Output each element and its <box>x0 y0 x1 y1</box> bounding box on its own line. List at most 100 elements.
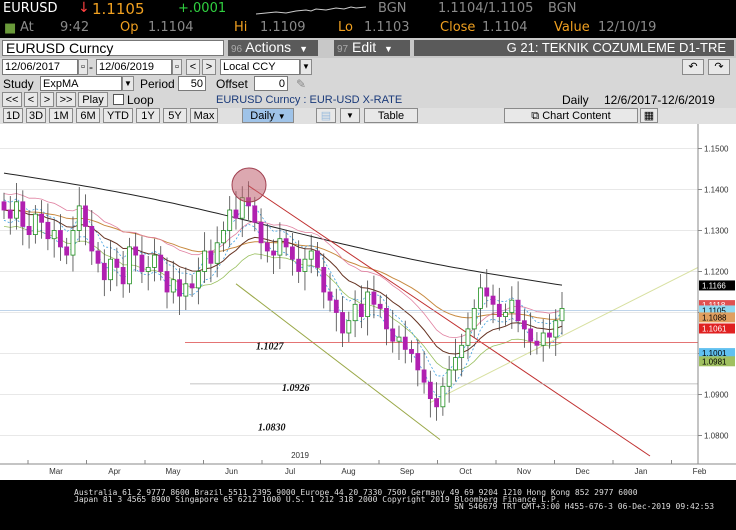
chart-toolbar: 1D 3D 1M 6M YTD 1Y 5Y Max Daily ▼ ▤ ▼ Table ⧉ C… <box>0 108 736 124</box>
actions-label: Actions <box>245 39 292 55</box>
grid-icon[interactable]: ▦ <box>640 108 658 123</box>
redo-icon[interactable]: ↷ <box>708 59 730 75</box>
candle-body <box>440 385 446 408</box>
date-row: 12/06/2017 ▫ - 12/06/2019 ▫ < > Local CC… <box>0 58 736 76</box>
step-forward-icon[interactable]: > <box>40 92 54 107</box>
price-chart[interactable]: 1.15001.14001.13001.12001.11001.10001.09… <box>0 124 736 480</box>
play-button[interactable]: Play <box>78 92 108 107</box>
candle-body <box>221 230 226 244</box>
candle-body <box>409 348 414 354</box>
x-tick-label: Dec <box>575 467 589 476</box>
undo-icon[interactable]: ↶ <box>682 59 704 75</box>
period-button-ytd[interactable]: YTD <box>103 108 133 123</box>
candle-body <box>402 336 408 350</box>
period-button-max[interactable]: Max <box>190 108 218 123</box>
chevron-down-icon: ▼ <box>277 112 286 121</box>
candle-body <box>95 250 101 264</box>
loop-label: Loop <box>127 93 154 107</box>
security-field[interactable]: EURUSD Curncy <box>2 40 224 56</box>
end-date-input[interactable]: 12/06/2019 <box>96 59 172 75</box>
playback-row: << < > >> Play Loop EURUSD Curncy : EUR-… <box>0 92 736 108</box>
chevron-down-icon[interactable]: ▼ <box>122 76 134 91</box>
candle-body <box>202 250 208 272</box>
chevron-down-icon: ▼ <box>384 44 393 54</box>
bgn-label-2: BGN <box>548 1 577 16</box>
period-button-6m[interactable]: 6M <box>76 108 100 123</box>
candle-body <box>195 271 201 289</box>
sparkline <box>256 6 366 15</box>
y-tick-label: 1.0800 <box>704 432 729 441</box>
candle-body <box>108 258 113 281</box>
x-tick-label: Jun <box>225 467 238 476</box>
next-arrow-icon[interactable]: > <box>202 59 216 75</box>
candle-body <box>521 320 527 330</box>
candle-body <box>89 226 95 252</box>
period-button-3d[interactable]: 3D <box>26 108 46 123</box>
period-button-5y[interactable]: 5Y <box>163 108 187 123</box>
period-button-1d[interactable]: 1D <box>3 108 23 123</box>
candle-body <box>352 303 358 322</box>
bgn-label: BGN <box>378 1 407 16</box>
period-button-1y[interactable]: 1Y <box>136 108 160 123</box>
candle-body <box>39 213 45 223</box>
candle-body <box>327 291 333 301</box>
candle-body <box>496 303 502 318</box>
candle-body <box>264 242 270 252</box>
candle-body <box>321 266 327 293</box>
candle-body <box>384 307 389 330</box>
rewind-icon[interactable]: << <box>2 92 22 107</box>
period-button-1m[interactable]: 1M <box>49 108 73 123</box>
currency-select[interactable]: Local CCY <box>220 59 300 75</box>
x-tick-label: Apr <box>108 467 121 476</box>
y-tick-label: 1.0900 <box>704 391 729 400</box>
edit-menu[interactable]: 97 Edit ▼ <box>334 40 410 56</box>
pencil-icon[interactable]: ✎ <box>296 76 306 92</box>
candle-body <box>478 287 483 309</box>
candle-body <box>471 307 477 330</box>
x-tick-label: May <box>165 467 180 476</box>
page-title: G 21: TEKNIK COZUMLEME D1-TRE <box>414 40 734 56</box>
candle-body <box>465 328 471 346</box>
chevron-down-icon: ▼ <box>299 44 308 54</box>
chevron-down-icon[interactable]: ▼ <box>340 108 360 123</box>
chart-content-button[interactable]: ⧉ Chart Content <box>504 108 638 123</box>
offset-input[interactable]: 0 <box>254 76 288 91</box>
period-input[interactable]: 50 <box>178 76 206 91</box>
table-button[interactable]: Table <box>364 108 418 123</box>
candle-body <box>183 283 189 297</box>
candle-body <box>484 287 490 297</box>
price-tag-label: 1.0981 <box>702 357 727 366</box>
candle-body <box>415 353 421 371</box>
chart-type-icon[interactable]: ▤ <box>316 108 336 123</box>
study-select[interactable]: ExpMA <box>40 76 122 91</box>
frequency-label: Daily <box>562 93 589 107</box>
candle-body <box>189 283 195 289</box>
fast-forward-icon[interactable]: >> <box>56 92 76 107</box>
freq-select[interactable]: Daily ▼ <box>242 108 294 123</box>
candle-body <box>233 209 239 219</box>
close-label: Close <box>440 20 476 35</box>
start-date-input[interactable]: 12/06/2017 <box>2 59 78 75</box>
candle-body <box>258 221 264 244</box>
calendar-icon[interactable]: ▫ <box>172 59 182 75</box>
at-label: At <box>20 20 34 35</box>
high-value: 1.1109 <box>260 20 306 35</box>
candle-body <box>421 369 427 383</box>
actions-menu[interactable]: 96 Actions ▼ <box>228 40 318 56</box>
loop-checkbox[interactable] <box>113 94 124 105</box>
chevron-down-icon[interactable]: ▼ <box>300 59 312 75</box>
candle-body <box>83 205 88 227</box>
prev-arrow-icon[interactable]: < <box>186 59 200 75</box>
candle-body <box>164 271 170 293</box>
calendar-icon[interactable]: ▫ <box>78 59 88 75</box>
price-change: +.0001 <box>178 1 227 16</box>
step-back-icon[interactable]: < <box>24 92 38 107</box>
candle-body <box>26 226 32 236</box>
chart-content-label: Chart Content <box>542 110 611 122</box>
ticker-symbol: EURUSD <box>3 1 58 16</box>
candle-body <box>76 205 82 231</box>
candle-body <box>227 209 233 231</box>
candle-body <box>283 238 289 248</box>
candle-body <box>152 254 157 268</box>
candle-body <box>509 299 515 313</box>
